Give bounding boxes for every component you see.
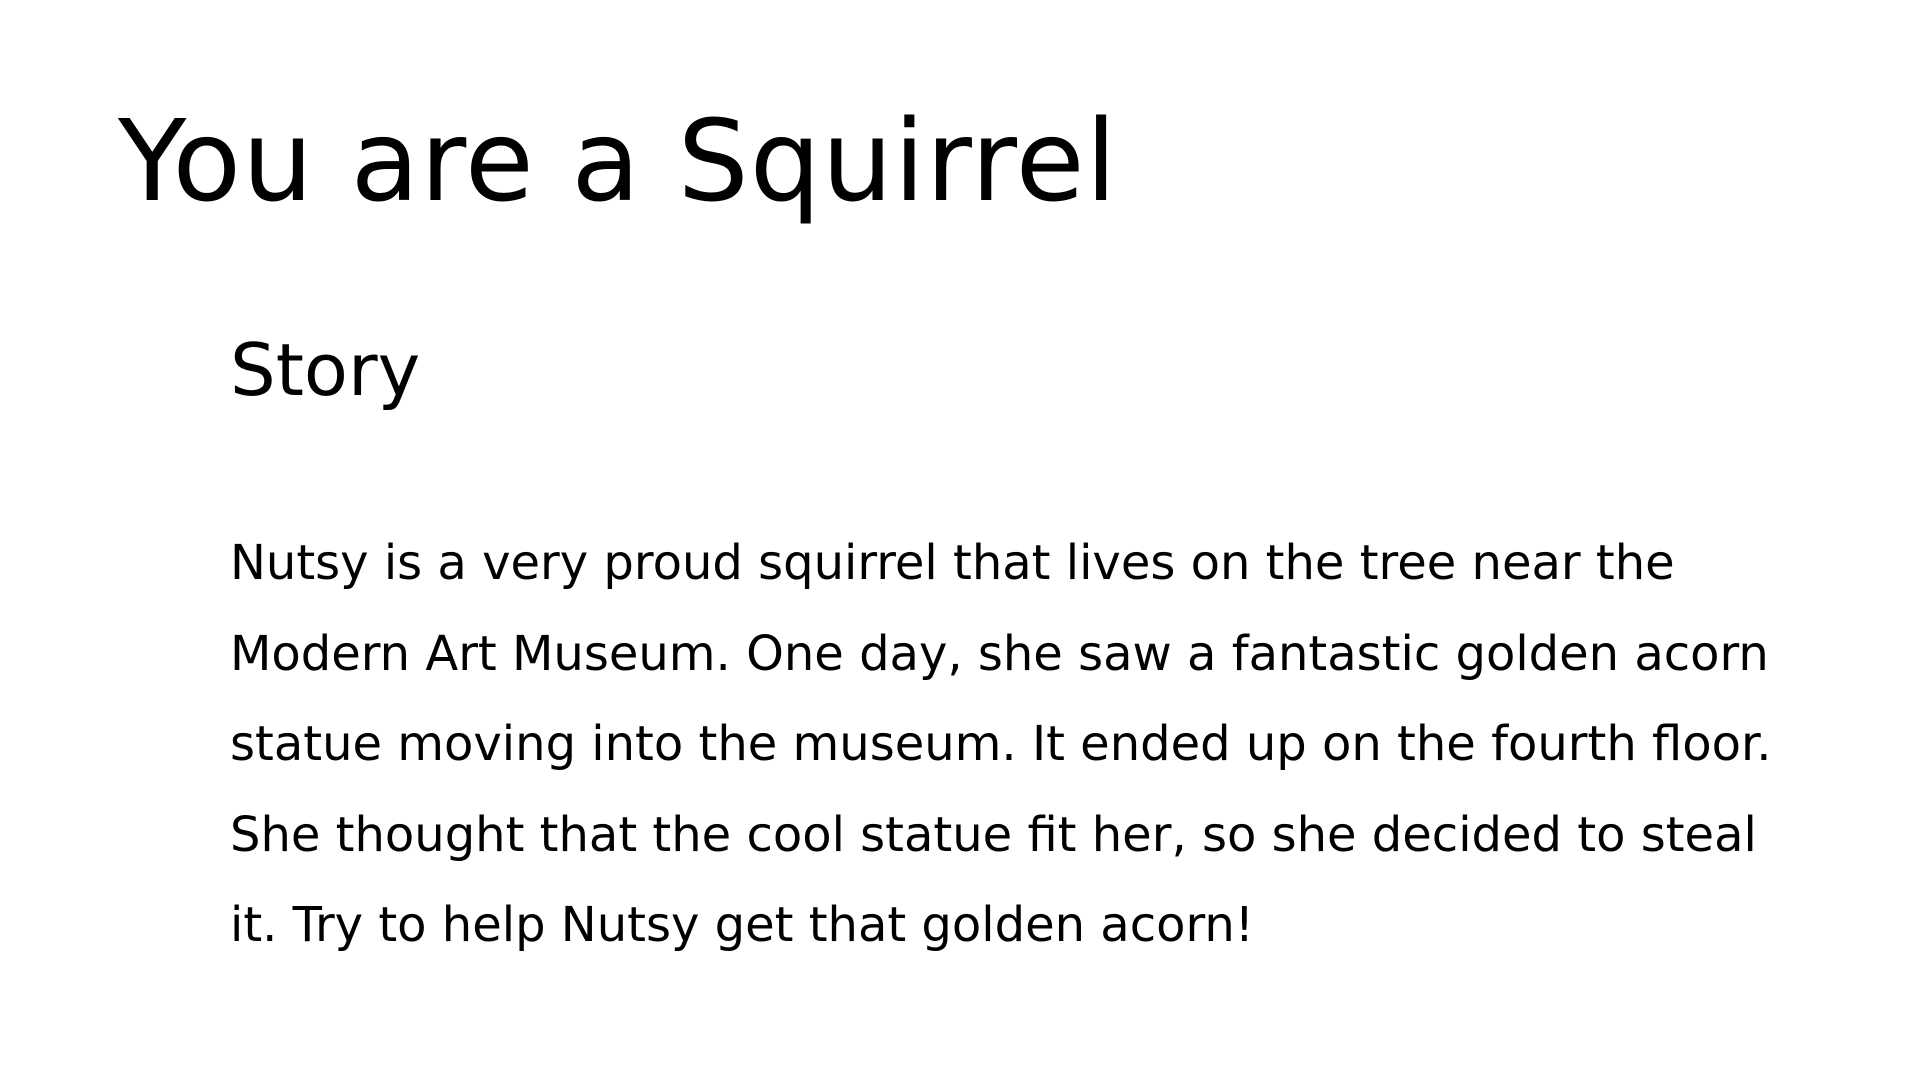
story-line: Modern Art Museum. One day, she saw a fa… bbox=[230, 625, 1769, 682]
page-title: You are a Squirrel bbox=[118, 97, 1118, 227]
story-line: Nutsy is a very proud squirrel that live… bbox=[230, 535, 1675, 591]
story-line: She thought that the cool statue fit her… bbox=[230, 806, 1757, 863]
slide-page: You are a Squirrel Story Nutsy is a very… bbox=[0, 0, 1920, 1080]
story-line: statue moving into the museum. It ended … bbox=[230, 716, 1772, 772]
story-section: Story Nutsy is a very proud squirrel tha… bbox=[230, 322, 1830, 953]
story-line: it. Try to help Nutsy get that golden ac… bbox=[230, 897, 1255, 953]
story-paragraph: Nutsy is a very proud squirrel that live… bbox=[230, 518, 1830, 971]
story-heading: Story bbox=[230, 328, 421, 412]
